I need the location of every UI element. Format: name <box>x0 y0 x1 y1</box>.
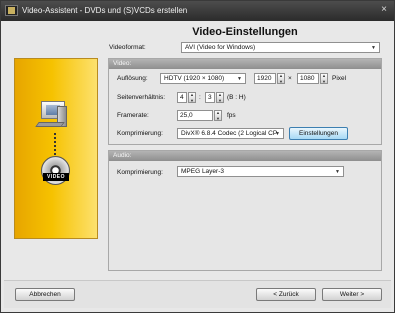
aspect-width-stepper[interactable] <box>188 92 196 103</box>
app-icon <box>5 5 18 16</box>
chevron-down-icon: ▼ <box>371 45 376 51</box>
aspect-unit-label: (B : H) <box>227 94 246 101</box>
video-group-header: Video: <box>109 59 381 69</box>
chevron-down-icon: ▼ <box>237 76 242 82</box>
width-stepper[interactable] <box>277 73 285 84</box>
video-badge: VIDEO <box>43 173 69 181</box>
resolution-label: Auflösung: <box>117 75 148 82</box>
videoformat-label: Videoformat: <box>109 44 146 51</box>
video-compression-value: DivX® 6.8.4 Codec (2 Logical CP <box>181 130 278 137</box>
next-button[interactable]: Weiter > <box>322 288 382 301</box>
framerate-label: Framerate: <box>117 112 149 119</box>
wizard-side-image: VIDEO <box>14 58 98 239</box>
video-compression-select[interactable]: DivX® 6.8.4 Codec (2 Logical CP ▼ <box>177 128 284 139</box>
audio-compression-value: MPEG Layer-3 <box>181 168 224 175</box>
aspect-label: Seitenverhältnis: <box>117 94 166 101</box>
close-icon[interactable]: × <box>381 4 387 15</box>
videoformat-value: AVI (Video for Windows) <box>185 44 256 51</box>
fps-unit-label: fps <box>227 112 236 119</box>
connection-line <box>54 133 56 155</box>
chevron-down-icon: ▼ <box>335 169 340 175</box>
aspect-height-stepper[interactable] <box>216 92 224 103</box>
resolution-value: HDTV (1920 × 1080) <box>164 75 225 82</box>
chevron-down-icon: ▼ <box>275 131 280 137</box>
framerate-stepper[interactable] <box>214 110 222 121</box>
resolution-select[interactable]: HDTV (1920 × 1080) ▼ <box>160 73 246 84</box>
aspect-height-input[interactable]: 3 <box>205 92 215 103</box>
wizard-footer: Abbrechen < Zurück Weiter > <box>4 280 391 308</box>
width-input[interactable]: 1920 <box>254 73 276 84</box>
height-input[interactable]: 1080 <box>297 73 319 84</box>
keyboard-icon <box>35 122 65 127</box>
audio-compression-label: Komprimierung: <box>117 169 163 176</box>
video-group: Video: Auflösung: HDTV (1920 × 1080) ▼ 1… <box>108 58 382 145</box>
codec-settings-button[interactable]: Einstellungen <box>289 127 348 140</box>
page-title: Video-Einstellungen <box>192 26 298 38</box>
videoformat-select[interactable]: AVI (Video for Windows) ▼ <box>181 42 380 53</box>
times-sign: × <box>288 75 292 82</box>
audio-compression-select[interactable]: MPEG Layer-3 ▼ <box>177 166 344 177</box>
aspect-width-input[interactable]: 4 <box>177 92 187 103</box>
video-compression-label: Komprimierung: <box>117 130 163 137</box>
cancel-button[interactable]: Abbrechen <box>15 288 75 301</box>
window-title: Video-Assistent - DVDs und (S)VCDs erste… <box>22 6 188 15</box>
wizard-window: Video-Assistent - DVDs und (S)VCDs erste… <box>0 0 395 313</box>
pixel-unit-label: Pixel <box>332 75 347 82</box>
audio-group-header: Audio: <box>109 151 381 161</box>
title-bar[interactable]: Video-Assistent - DVDs und (S)VCDs erste… <box>1 1 394 21</box>
back-button[interactable]: < Zurück <box>256 288 316 301</box>
height-stepper[interactable] <box>320 73 328 84</box>
framerate-input[interactable]: 25,0 <box>177 110 213 121</box>
audio-group: Audio: Komprimierung: MPEG Layer-3 ▼ <box>108 150 382 271</box>
aspect-separator: : <box>199 94 201 101</box>
